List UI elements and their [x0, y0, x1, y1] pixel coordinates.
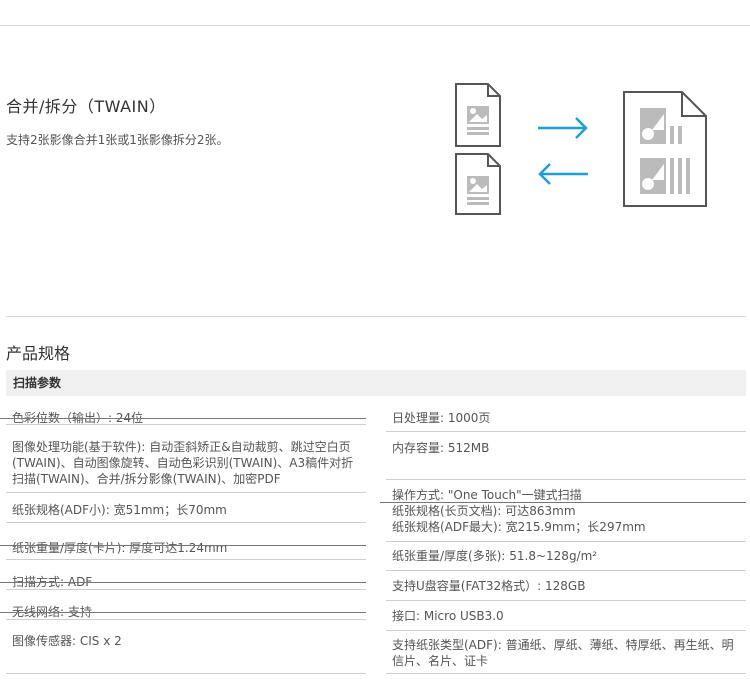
spec-text: 内存容量: 512MB	[392, 441, 490, 455]
merge-split-illustration	[455, 83, 707, 215]
spec-row: 纸张规格(ADF小): 宽51mm；长70mm	[6, 493, 366, 523]
section-divider	[6, 316, 746, 317]
arrow-left-icon	[538, 163, 588, 185]
spec-text: 扫描方式: ADF	[12, 575, 93, 589]
top-divider	[0, 25, 750, 26]
spec-text: 纸张规格(ADF小): 宽51mm；长70mm	[12, 503, 227, 517]
specs-section-header: 扫描参数	[6, 370, 746, 396]
spec-text: 纸张规格(ADF最大): 宽215.9mm；长297mm	[392, 520, 646, 534]
spec-text: 图像处理功能(基于软件): 自动歪斜矫正&自动裁剪、跳过空白页(TWAIN)、自…	[12, 440, 354, 486]
specs-title: 产品规格	[6, 344, 71, 363]
arrow-right-icon	[538, 117, 588, 139]
spec-row: 图像传感器: CIS x 2	[6, 620, 366, 665]
spec-row: 纸张重量/厚度(卡片): 厚度可达1.24mm	[0, 523, 366, 560]
spec-text: 日处理量: 1000页	[392, 411, 491, 425]
spec-row: 扫描方式: ADF	[0, 560, 366, 590]
feature-description: 支持2张影像合并1张或1张影像拆分2张。	[6, 133, 229, 147]
spec-row: 色彩位数（输出）: 24位	[0, 396, 366, 425]
spec-row: 图像处理功能(基于软件): 自动歪斜矫正&自动裁剪、跳过空白页(TWAIN)、自…	[6, 425, 366, 493]
spec-row: 纸张重量/厚度(多张): 51.8~128g/m²	[386, 542, 746, 571]
spec-text: 纸张规格(长页文档): 可达863mm	[392, 504, 576, 518]
spec-text: 色彩位数（输出）: 24位	[12, 411, 144, 425]
spec-row: 支持U盘容量(FAT32格式）: 128GB	[386, 571, 746, 601]
spec-text: 接口: Micro USB3.0	[392, 609, 504, 623]
spec-text: 支持纸张类型(ADF): 普通纸、厚纸、薄纸、特厚纸、再生纸、明信片、名片、证卡	[392, 638, 734, 668]
spec-text: 无线网络: 支持	[12, 605, 92, 619]
feature-title: 合并/拆分（TWAIN）	[6, 97, 166, 116]
spec-row: 日处理量: 1000页	[386, 396, 746, 432]
document-image-icon	[455, 83, 501, 147]
merged-document-icon	[623, 91, 707, 207]
specs-left-column: 色彩位数（输出）: 24位 图像处理功能(基于软件): 自动歪斜矫正&自动裁剪、…	[0, 396, 366, 665]
spec-row: 支持纸张类型(ADF): 普通纸、厚纸、薄纸、特厚纸、再生纸、明信片、名片、证卡	[386, 631, 746, 674]
spec-text: 图像传感器: CIS x 2	[12, 634, 122, 648]
spec-row: 接口: Micro USB3.0	[386, 601, 746, 631]
spec-text: 支持U盘容量(FAT32格式）: 128GB	[392, 579, 586, 593]
spec-row: 内存容量: 512MB	[386, 432, 746, 480]
specs-right-column: 日处理量: 1000页 内存容量: 512MB 操作方式: "One Touch…	[380, 396, 746, 674]
spec-text: 操作方式: "One Touch"一键式扫描	[392, 488, 582, 502]
spec-text: 纸张重量/厚度(卡片): 厚度可达1.24mm	[12, 541, 228, 555]
spec-text: 纸张重量/厚度(多张): 51.8~128g/m²	[392, 549, 598, 563]
table-bottom-line	[386, 673, 746, 674]
table-bottom-line	[6, 673, 366, 674]
document-image-icon	[455, 153, 501, 215]
spec-row: 无线网络: 支持	[0, 590, 366, 620]
spec-row: 操作方式: "One Touch"一键式扫描 纸张规格(长页文档): 可达863…	[380, 480, 746, 542]
